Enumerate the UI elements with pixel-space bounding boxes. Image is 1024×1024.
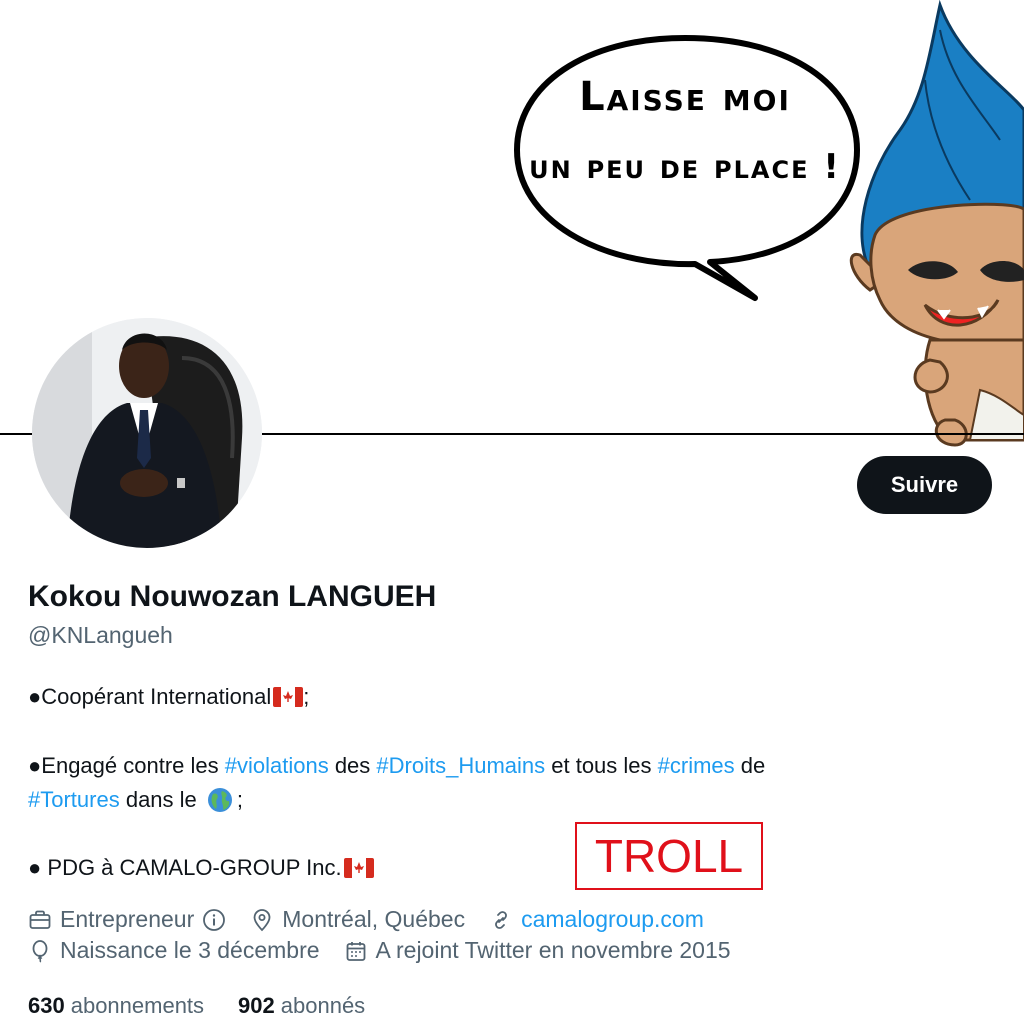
link-icon xyxy=(495,910,507,929)
profile-meta-row-1: Entrepreneur Montréal, Québec camalogrou… xyxy=(28,906,728,933)
followers-count: 902 xyxy=(238,993,275,1018)
bio-text: dans le xyxy=(119,787,203,812)
avatar-photo xyxy=(32,318,262,548)
location-item: Montréal, Québec xyxy=(250,906,465,933)
hashtag-link[interactable]: #Droits_Humains xyxy=(376,753,545,778)
followers-stat[interactable]: 902 abonnés xyxy=(238,993,365,1019)
following-label: abonnements xyxy=(70,993,205,1018)
birthday-item: Naissance le 3 décembre xyxy=(28,937,320,964)
canada-flag-icon xyxy=(273,687,304,707)
profile-name: Kokou Nouwozan LANGUEH xyxy=(28,580,437,613)
following-count: 630 xyxy=(28,993,65,1018)
website-link[interactable]: camalogroup.com xyxy=(521,906,704,933)
profession-label: Entrepreneur xyxy=(60,906,195,932)
bio-line-1-suffix: ; xyxy=(303,684,310,709)
avatar[interactable] xyxy=(32,318,262,548)
profile-meta-row-2: Naissance le 3 décembre A rejoint Twitte… xyxy=(28,937,755,964)
bio-line-3-text: ● PDG à CAMALO-GROUP Inc. xyxy=(28,855,342,880)
canada-flag-icon xyxy=(343,858,374,878)
location-pin-icon xyxy=(253,908,271,931)
balloon-icon xyxy=(32,939,48,963)
speech-bubble-text: Laisse moi un peu de place ! xyxy=(515,62,855,202)
birthday-label: Naissance le 3 décembre xyxy=(60,937,320,963)
bio-text: ; xyxy=(236,787,244,812)
bubble-line-1: Laisse moi xyxy=(579,74,791,120)
bio-line-3: ● PDG à CAMALO-GROUP Inc. xyxy=(28,851,928,885)
globe-icon xyxy=(207,788,232,812)
bio-line-2: ●Engagé contre les #violations des #Droi… xyxy=(28,749,928,817)
follow-button[interactable]: Suivre xyxy=(857,456,992,514)
location-label: Montréal, Québec xyxy=(282,906,466,932)
troll-illustration xyxy=(849,0,1024,447)
troll-stamp: TROLL xyxy=(575,822,763,890)
bio-text: ●Engagé contre les xyxy=(28,753,225,778)
bio-text: des xyxy=(328,753,377,778)
follow-stats: 630 abonnements 902 abonnés xyxy=(28,993,399,1019)
website-item: camalogroup.com xyxy=(489,906,704,933)
calendar-icon xyxy=(346,941,365,961)
followers-label: abonnés xyxy=(280,993,366,1018)
hashtag-link[interactable]: #Tortures xyxy=(28,787,120,812)
following-stat[interactable]: 630 abonnements xyxy=(28,993,204,1019)
briefcase-icon xyxy=(29,910,51,929)
bio-line-1-text: ●Coopérant International xyxy=(28,684,272,709)
bubble-line-2: un peu de place ! xyxy=(529,147,841,187)
bio-text: de xyxy=(734,753,766,778)
bio-line-1: ●Coopérant International; xyxy=(28,680,928,714)
info-icon[interactable] xyxy=(202,908,226,932)
joined-label: A rejoint Twitter en novembre 2015 xyxy=(375,937,731,963)
hashtag-link[interactable]: #crimes xyxy=(658,753,735,778)
profile-handle: @KNLangueh xyxy=(28,622,173,648)
hashtag-link[interactable]: #violations xyxy=(225,753,329,778)
profession-item: Entrepreneur xyxy=(28,906,226,933)
bio-text: et tous les xyxy=(545,753,658,778)
joined-item: A rejoint Twitter en novembre 2015 xyxy=(344,937,731,964)
